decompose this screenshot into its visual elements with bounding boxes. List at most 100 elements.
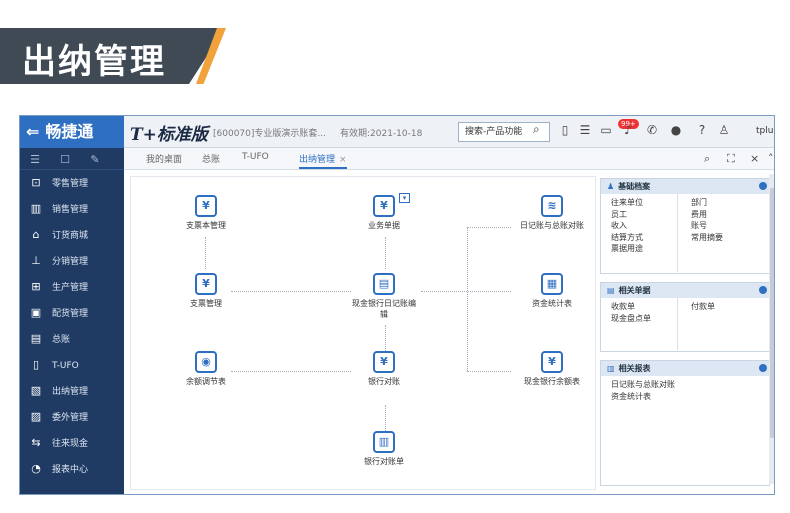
node-check-book[interactable]: ¥ 支票本管理 bbox=[171, 195, 241, 231]
chevron-up-icon[interactable]: ˄ bbox=[768, 152, 774, 165]
link-item[interactable]: 常用摘要 bbox=[691, 232, 723, 244]
chevron-down-icon[interactable]: ▾ bbox=[399, 193, 410, 203]
link-item[interactable]: 员工 bbox=[611, 209, 643, 221]
cashier-icon: ▧ bbox=[30, 384, 42, 397]
node-label: 现金银行日记账编辑 bbox=[352, 299, 416, 319]
help-icon[interactable]: ? bbox=[694, 123, 710, 137]
task-list-icon[interactable]: ☰ bbox=[577, 123, 593, 137]
sidebar: ☰ ☐ ✎ ⊡ 零售管理 ▥ 销售管理 ⌂ 订货商城 ⊥ 分销管理 ⊞ 生产管理 ▣ 配货管理 … bbox=[20, 148, 124, 494]
back-arrow-icon[interactable]: ⇐ bbox=[26, 122, 39, 141]
message-icon[interactable]: ▭ bbox=[598, 123, 614, 137]
panel-header[interactable]: ▤ 相关单据 bbox=[601, 283, 769, 298]
link-item[interactable]: 收入 bbox=[611, 220, 643, 232]
link-item[interactable]: 现金盘点单 bbox=[611, 313, 651, 325]
panel-header[interactable]: ▥ 相关报表 bbox=[601, 361, 769, 376]
search-icon[interactable]: ⌕ bbox=[533, 122, 540, 137]
close-icon[interactable]: × bbox=[750, 152, 759, 165]
collapse-icon[interactable] bbox=[759, 182, 767, 190]
link-item[interactable]: 付款单 bbox=[691, 301, 715, 313]
user-name[interactable]: tplus... bbox=[756, 126, 774, 136]
sidebar-item-mall[interactable]: ⌂ 订货商城 bbox=[20, 222, 124, 248]
node-bank-recon[interactable]: ¥ 银行对账 bbox=[349, 351, 419, 387]
production-icon: ⊞ bbox=[31, 280, 41, 293]
tab-cashier[interactable]: 出纳管理 × bbox=[299, 152, 347, 169]
connector bbox=[467, 371, 511, 372]
link-item[interactable]: 票据用途 bbox=[611, 243, 643, 255]
sidebar-item-production[interactable]: ⊞ 生产管理 bbox=[20, 274, 124, 300]
tab-bar: 我的桌面 总账 T-UFO 出纳管理 × ⌕ ⛶ × ˄ bbox=[124, 148, 774, 170]
ledger-icon: ▤ bbox=[30, 332, 42, 345]
phone-icon[interactable]: ✆ bbox=[644, 123, 660, 137]
check-icon: ¥ bbox=[195, 273, 217, 295]
scrollbar[interactable] bbox=[769, 174, 774, 484]
link-item[interactable]: 收款单 bbox=[611, 301, 651, 313]
collapse-icon[interactable] bbox=[759, 286, 767, 294]
page-banner: 出纳管理 bbox=[0, 28, 226, 84]
sidebar-item-reports[interactable]: ◔ 报表中心 bbox=[20, 456, 124, 482]
tab-desktop[interactable]: 我的桌面 bbox=[146, 152, 182, 165]
report-icon: ▥ bbox=[607, 364, 615, 373]
sales-chart-icon: ▥ bbox=[30, 202, 42, 215]
account-name[interactable]: [600070]专业版演示账套... bbox=[213, 126, 326, 139]
sidebar-item-label: T-UFO bbox=[52, 361, 79, 371]
tab-ledger[interactable]: 总账 bbox=[202, 152, 220, 165]
menu-icon[interactable]: ☰ bbox=[20, 149, 50, 171]
sidebar-item-sales[interactable]: ▥ 销售管理 bbox=[20, 196, 124, 222]
favorites-icon[interactable]: ☐ bbox=[50, 149, 80, 171]
connector bbox=[421, 291, 511, 292]
tab-tufo[interactable]: T-UFO bbox=[242, 152, 269, 162]
sidebar-item-label: 订货商城 bbox=[52, 231, 89, 241]
sidebar-item-tufo[interactable]: ▯ T-UFO bbox=[20, 352, 124, 378]
node-fund-stats[interactable]: ▦ 资金统计表 bbox=[517, 273, 587, 309]
node-balance-adj[interactable]: ◉ 余额调节表 bbox=[171, 351, 241, 387]
node-label: 支票本管理 bbox=[186, 221, 226, 230]
sidebar-item-label: 委外管理 bbox=[52, 413, 89, 423]
sidebar-item-delivery[interactable]: ▣ 配货管理 bbox=[20, 300, 124, 326]
store-icon: ⌂ bbox=[32, 228, 40, 241]
expiry-date: 有效期:2021-10-18 bbox=[340, 129, 423, 139]
panel-col-left: 收款单 现金盘点单 bbox=[611, 301, 651, 324]
node-cash-balance[interactable]: ¥ 现金银行余额表 bbox=[517, 351, 587, 387]
scrollbar-thumb[interactable] bbox=[770, 188, 774, 438]
calculator-icon[interactable]: ▯ bbox=[557, 123, 573, 137]
node-journal-gl-recon[interactable]: ≋ 日记账与总账对账 bbox=[517, 195, 587, 231]
link-item[interactable]: 日记账与总账对账 bbox=[611, 379, 675, 391]
panel-col-left: 日记账与总账对账 资金统计表 bbox=[611, 379, 675, 402]
bell-icon[interactable]: ♪ bbox=[620, 123, 636, 137]
node-bank-statement[interactable]: ▥ 银行对账单 bbox=[349, 431, 419, 467]
product-name: T+标准版 bbox=[130, 125, 208, 145]
link-item[interactable]: 账号 bbox=[691, 220, 723, 232]
balance-icon: ◉ bbox=[195, 351, 217, 373]
panel-title: 基础档案 bbox=[618, 182, 651, 191]
edit-icon[interactable]: ✎ bbox=[80, 149, 110, 171]
sidebar-item-distribution[interactable]: ⊥ 分销管理 bbox=[20, 248, 124, 274]
check-book-icon: ¥ bbox=[195, 195, 217, 217]
fullscreen-icon[interactable]: ⛶ bbox=[727, 152, 735, 166]
panel-header[interactable]: ♟ 基础档案 bbox=[601, 179, 769, 194]
collapse-icon[interactable] bbox=[759, 364, 767, 372]
close-icon[interactable]: × bbox=[339, 155, 347, 165]
sidebar-item-label: 销售管理 bbox=[52, 205, 89, 215]
search-icon[interactable]: ⌕ bbox=[704, 152, 710, 166]
sidebar-item-label: 报表中心 bbox=[52, 465, 89, 475]
link-item[interactable]: 往来单位 bbox=[611, 197, 643, 209]
user-icon[interactable]: ♙ bbox=[716, 123, 732, 137]
sidebar-item-label: 零售管理 bbox=[52, 179, 89, 189]
monkey-mascot-icon[interactable]: ● bbox=[668, 123, 684, 137]
link-item[interactable]: 费用 bbox=[691, 209, 723, 221]
brand-logo[interactable]: ⇐ 畅捷通 bbox=[20, 116, 124, 148]
sidebar-item-ledger[interactable]: ▤ 总账 bbox=[20, 326, 124, 352]
sidebar-item-cashier[interactable]: ▧ 出纳管理 bbox=[20, 378, 124, 404]
node-journal-edit[interactable]: ▤ 现金银行日记账编辑 bbox=[349, 273, 419, 320]
sidebar-item-retail[interactable]: ⊡ 零售管理 bbox=[20, 170, 124, 196]
link-item[interactable]: 结算方式 bbox=[611, 232, 643, 244]
node-check-mgmt[interactable]: ¥ 支票管理 bbox=[171, 273, 241, 309]
link-item[interactable]: 部门 bbox=[691, 197, 723, 209]
link-item[interactable]: 资金统计表 bbox=[611, 391, 675, 403]
statement-icon: ▥ bbox=[373, 431, 395, 453]
people-icon: ♟ bbox=[607, 182, 615, 191]
sidebar-item-outsource[interactable]: ▨ 委外管理 bbox=[20, 404, 124, 430]
sidebar-item-cash-flow[interactable]: ⇆ 往来现金 bbox=[20, 430, 124, 456]
stats-icon: ▦ bbox=[541, 273, 563, 295]
connector bbox=[231, 291, 351, 292]
